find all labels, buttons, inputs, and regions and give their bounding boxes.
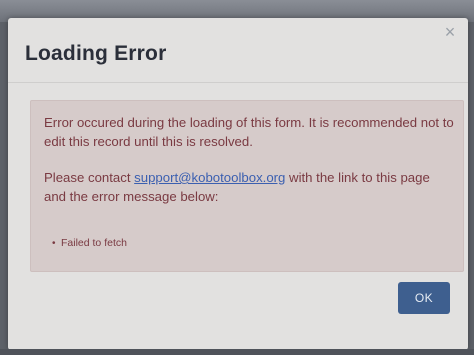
error-description: Error occured during the loading of this…: [44, 115, 454, 149]
contact-prefix: Please contact: [44, 170, 135, 185]
ok-button[interactable]: OK: [398, 282, 450, 314]
error-message-item: Failed to fetch: [61, 237, 127, 249]
error-message-list: Failed to fetch: [61, 237, 127, 249]
error-alert: Error occured during the loading of this…: [30, 100, 464, 272]
support-email-link[interactable]: support@kobotoolbox.org: [134, 170, 285, 185]
modal-title: Loading Error: [25, 42, 167, 65]
screen-bezel: [0, 349, 474, 355]
contact-instructions: Please contact support@kobotoolbox.org w…: [44, 168, 454, 206]
header-divider: [8, 82, 468, 83]
close-icon[interactable]: ×: [442, 23, 458, 41]
loading-error-modal: × Loading Error Error occured during the…: [8, 18, 468, 350]
